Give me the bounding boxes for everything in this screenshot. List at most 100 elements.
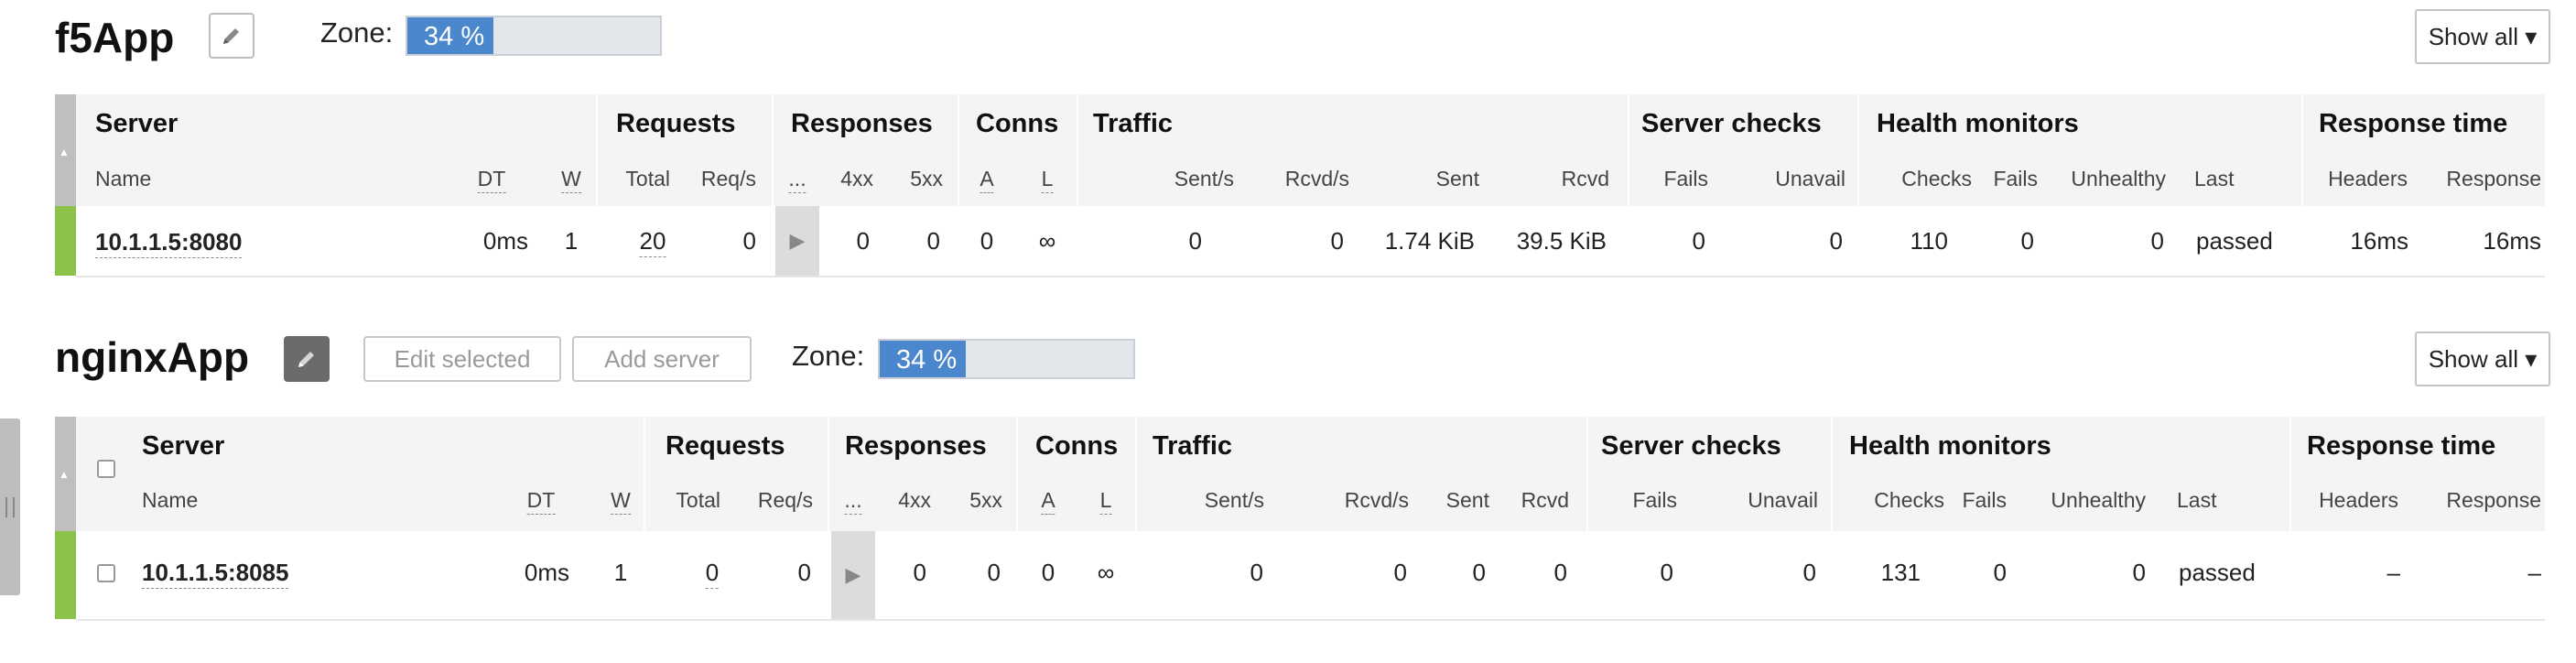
cell-rcvd: 0: [1553, 559, 1567, 586]
col-unhealthy: Unhealthy: [2071, 167, 2166, 190]
col-a: A: [1041, 488, 1055, 515]
col-last: Last: [2177, 488, 2217, 512]
cell-w: 1: [564, 227, 579, 255]
col-5xx: 5xx: [910, 167, 943, 190]
cell-checks: 110: [1910, 227, 1948, 255]
zone-label: Zone:: [320, 16, 394, 49]
group-header-responses: Responses: [845, 431, 987, 461]
col-dots: ...: [788, 167, 806, 193]
cell-rcvd-s: 0: [1330, 227, 1344, 255]
zone-usage-bar: 34 %: [406, 16, 662, 56]
zone-usage-value: 34 %: [896, 345, 958, 375]
select-all-checkbox[interactable]: [97, 460, 115, 478]
cell-dt: 0ms: [482, 227, 528, 255]
cell-l: ∞: [1097, 559, 1115, 586]
show-all-dropdown[interactable]: Show all ▾: [2415, 9, 2550, 64]
cell-unhealthy: 0: [2132, 559, 2146, 586]
row-select-checkbox[interactable]: [97, 564, 115, 582]
cell-reqs: 0: [742, 227, 756, 255]
cell-last: passed: [2179, 559, 2256, 586]
col-dt: DT: [526, 488, 556, 515]
table-header: [76, 417, 2545, 531]
table-row: [76, 531, 2545, 621]
sort-column[interactable]: ▲: [55, 417, 76, 531]
cell-headers: –: [2387, 559, 2400, 586]
col-checks: Checks: [1901, 167, 1972, 190]
col-rcvd-s: Rcvd/s: [1284, 167, 1349, 190]
edit-selected-button[interactable]: Edit selected: [363, 336, 561, 382]
cell-checks: 131: [1880, 559, 1921, 586]
group-header-traffic: Traffic: [1093, 109, 1174, 138]
server-name-link[interactable]: 10.1.1.5:8080: [95, 228, 243, 258]
group-header-response-time: Response time: [2307, 431, 2496, 461]
col-response: Response: [2446, 488, 2541, 512]
cell-unhealthy: 0: [2150, 227, 2164, 255]
group-header-health-monitors: Health monitors: [1877, 109, 2079, 138]
col-sent-s: Sent/s: [1174, 167, 1234, 190]
cell-total: 0: [705, 559, 720, 589]
group-header-conns: Conns: [976, 109, 1059, 138]
col-total: Total: [676, 488, 720, 512]
play-arrow-icon: ▶: [789, 229, 806, 252]
expand-responses-button[interactable]: ▶: [775, 206, 819, 276]
col-reqs: Req/s: [757, 488, 813, 512]
upstream-title: nginxApp: [55, 333, 250, 381]
col-name: Name: [95, 167, 152, 190]
cell-hm-fails: 0: [2020, 227, 2034, 255]
cell-rcvd-s: 0: [1393, 559, 1407, 586]
cell-4xx: 0: [913, 559, 926, 586]
cell-total: 20: [639, 227, 666, 257]
col-fails: Fails: [1632, 488, 1677, 512]
col-a: A: [980, 167, 994, 193]
sidebar-resize-handle[interactable]: [0, 418, 20, 595]
col-4xx: 4xx: [840, 167, 873, 190]
server-name-link[interactable]: 10.1.1.5:8085: [142, 559, 289, 589]
upstream-title: f5App: [55, 14, 175, 61]
cell-fails: 0: [1660, 559, 1673, 586]
table-row: [76, 206, 2545, 277]
zone-usage-bar: 34 %: [878, 339, 1135, 379]
col-reqs: Req/s: [700, 167, 756, 190]
expand-responses-button[interactable]: ▶: [831, 531, 875, 619]
col-total: Total: [625, 167, 670, 190]
upstream-f5app: f5App Zone: 34 % Show all ▾ ▲ ▶ Server R…: [0, 0, 2576, 302]
col-l: L: [1041, 167, 1054, 193]
edit-upstream-button[interactable]: [284, 336, 330, 382]
pencil-icon: [223, 28, 239, 44]
play-arrow-icon: ▶: [845, 563, 861, 586]
col-response: Response: [2446, 167, 2541, 190]
group-header-server: Server: [95, 109, 179, 138]
pencil-icon: [298, 352, 314, 367]
show-all-dropdown[interactable]: Show all ▾: [2415, 332, 2550, 386]
col-unavail: Unavail: [1775, 167, 1845, 190]
add-server-button[interactable]: Add server: [572, 336, 752, 382]
cell-unavail: 0: [1829, 227, 1843, 255]
col-dots: ...: [844, 488, 862, 515]
col-unavail: Unavail: [1748, 488, 1818, 512]
sort-arrow-icon: ▲: [59, 146, 70, 158]
zone-label: Zone:: [792, 340, 865, 372]
col-rcvd: Rcvd: [1561, 167, 1609, 190]
cell-w: 1: [613, 559, 628, 586]
col-sent: Sent: [1435, 167, 1479, 190]
cell-hm-fails: 0: [1993, 559, 2007, 586]
sort-column[interactable]: ▲: [55, 94, 76, 206]
col-hm-fails: Fails: [1962, 488, 2007, 512]
col-fails: Fails: [1663, 167, 1708, 190]
cell-4xx: 0: [856, 227, 870, 255]
cell-sent-s: 0: [1188, 227, 1202, 255]
col-sent: Sent: [1445, 488, 1489, 512]
cell-a: 0: [1041, 559, 1055, 586]
edit-upstream-button[interactable]: [209, 13, 254, 59]
col-name: Name: [142, 488, 199, 512]
server-status-indicator: [55, 531, 76, 619]
group-header-requests: Requests: [616, 109, 736, 138]
cell-5xx: 0: [987, 559, 1001, 586]
group-header-traffic: Traffic: [1153, 431, 1233, 461]
upstream-nginxapp: nginxApp Edit selected Add server Zone: …: [0, 316, 2576, 663]
cell-a: 0: [980, 227, 994, 255]
cell-5xx: 0: [926, 227, 940, 255]
col-unhealthy: Unhealthy: [2051, 488, 2146, 512]
col-sent-s: Sent/s: [1204, 488, 1264, 512]
col-w: W: [561, 167, 581, 193]
